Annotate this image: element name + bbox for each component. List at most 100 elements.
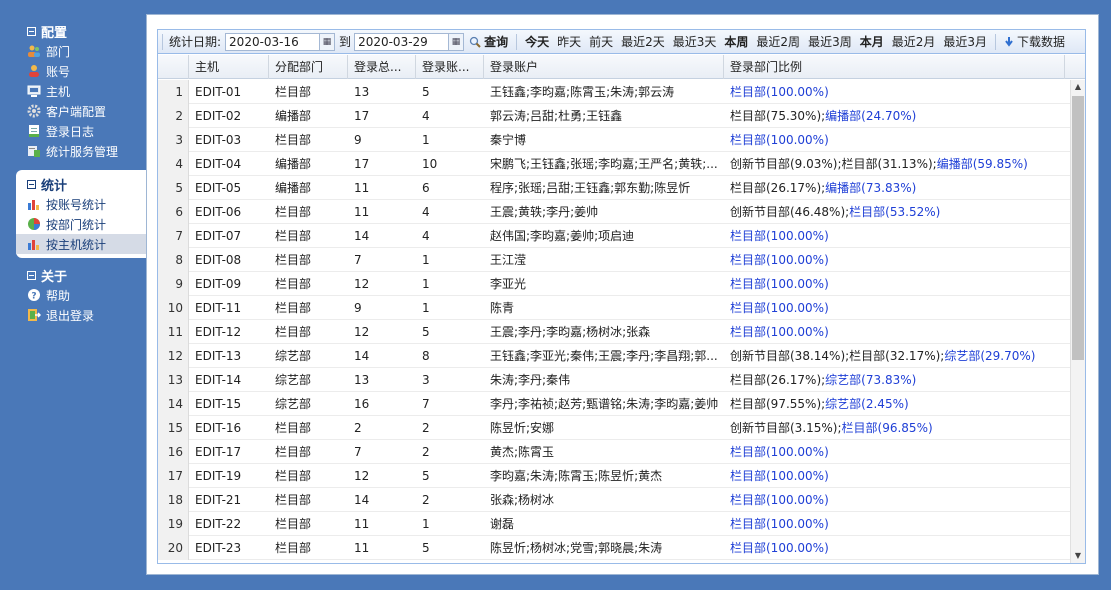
sidebar-item-stat-by-dept[interactable]: 按部门统计 — [16, 214, 150, 234]
cell-login-total: 11 — [354, 181, 370, 195]
quick-last2weeks-button[interactable]: 最近2周 — [756, 33, 800, 50]
cell-users: 李丹;李祐祯;赵芳;甄谱铭;朱涛;李昀嘉;姜帅 — [490, 397, 719, 411]
sidebar-item-stat-service[interactable]: 统计服务管理 — [0, 141, 146, 161]
cell-dept-ratio: 栏目部(100.00%) — [724, 128, 1065, 152]
quick-last3weeks-button[interactable]: 最近3周 — [808, 33, 852, 50]
header-login-total[interactable]: 登录总... — [348, 55, 416, 79]
quick-day-before-button[interactable]: 前天 — [589, 33, 613, 50]
pie-chart-icon — [28, 218, 40, 230]
collapse-icon[interactable] — [27, 179, 36, 189]
sidebar-item-accounts[interactable]: 账号 — [0, 61, 146, 81]
cell-dept: 栏目部 — [275, 541, 312, 555]
ratio-highlight: 栏目部(100.00%) — [730, 517, 829, 531]
table-row[interactable]: 18 EDIT-21 栏目部 14 2 张森;杨树冰 栏目部(100.00%) — [158, 488, 1070, 512]
table-row[interactable]: 11 EDIT-12 栏目部 12 5 王震;李丹;李昀嘉;杨树冰;张森 栏目部(100.0… — [158, 320, 1070, 344]
quick-today-button[interactable]: 今天 — [525, 33, 549, 50]
quick-last2months-button[interactable]: 最近2月 — [892, 33, 936, 50]
row-number: 10 — [158, 296, 189, 320]
cell-host: EDIT-23 — [195, 541, 242, 555]
row-number: 9 — [158, 272, 189, 296]
calendar-icon[interactable]: ▦ — [448, 33, 464, 50]
header-dept[interactable]: 分配部门 — [269, 55, 348, 79]
header-login-accounts[interactable]: 登录账... — [416, 55, 484, 79]
table-row[interactable]: 10 EDIT-11 栏目部 9 1 陈青 栏目部(100.00%) — [158, 296, 1070, 320]
toolbar-grip — [162, 33, 163, 50]
calendar-icon[interactable]: ▦ — [319, 33, 335, 50]
ratio-text: 栏目部(97.55%); — [730, 397, 826, 411]
sidebar-item-departments[interactable]: 部门 — [0, 41, 146, 61]
date-to-field[interactable]: 2020-03-29 ▦ — [354, 32, 465, 51]
table-row[interactable]: 19 EDIT-22 栏目部 11 1 谢磊 栏目部(100.00%) — [158, 512, 1070, 536]
sidebar-item-hosts[interactable]: 主机 — [0, 81, 146, 101]
sidebar-item-label: 账号 — [46, 64, 71, 79]
sidebar-item-login-log[interactable]: 登录日志 — [0, 121, 146, 141]
section-about-title: 关于 — [41, 269, 68, 285]
cell-host: EDIT-03 — [195, 133, 242, 147]
cell-login-accounts: 1 — [422, 517, 430, 531]
cell-login-total: 2 — [354, 421, 362, 435]
collapse-icon[interactable] — [27, 26, 36, 36]
cell-login-total: 7 — [354, 253, 362, 267]
table-row[interactable]: 9 EDIT-09 栏目部 12 1 李亚光 栏目部(100.00%) — [158, 272, 1070, 296]
cell-dept-ratio: 栏目部(75.30%);编播部(24.70%) — [724, 104, 1065, 128]
table-row[interactable]: 5 EDIT-05 编播部 11 6 程序;张瑶;吕甜;王钰鑫;郭东勤;陈昱忻 栏目部(26… — [158, 176, 1070, 200]
table-row[interactable]: 14 EDIT-15 综艺部 16 7 李丹;李祐祯;赵芳;甄谱铭;朱涛;李昀嘉;姜帅 栏目… — [158, 392, 1070, 416]
ratio-highlight: 栏目部(100.00%) — [730, 541, 829, 555]
section-about[interactable]: 关于 — [0, 265, 146, 285]
scroll-thumb[interactable] — [1072, 96, 1084, 360]
table-row[interactable]: 1 EDIT-01 栏目部 13 5 王钰鑫;李昀嘉;陈霄玉;朱涛;郭云涛 栏目部(100.… — [158, 80, 1070, 104]
header-users[interactable]: 登录账户 — [484, 55, 724, 79]
query-button[interactable]: 查询 — [469, 33, 508, 50]
table-row[interactable]: 4 EDIT-04 编播部 17 10 宋鹏飞;王钰鑫;张瑶;李昀嘉;王严名;黄轶;...… — [158, 152, 1070, 176]
table-row[interactable]: 7 EDIT-07 栏目部 14 4 赵伟国;李昀嘉;姜帅;项启迪 栏目部(100.00%) — [158, 224, 1070, 248]
cell-login-total: 14 — [354, 349, 370, 363]
ratio-highlight: 编播部(73.83%) — [825, 181, 917, 195]
sidebar-item-help[interactable]: ? 帮助 — [0, 285, 146, 305]
cell-login-accounts: 5 — [422, 85, 430, 99]
vertical-scrollbar[interactable]: ▲ ▼ — [1070, 80, 1085, 563]
sidebar-item-stat-by-account[interactable]: 按账号统计 — [16, 194, 150, 214]
row-number: 2 — [158, 104, 189, 128]
header-dept-ratio[interactable]: 登录部门比例 — [724, 55, 1065, 79]
table-row[interactable]: 6 EDIT-06 栏目部 11 4 王震;黄轶;李丹;姜帅 创新节目部(46.48%);栏… — [158, 200, 1070, 224]
table-row[interactable]: 20 EDIT-23 栏目部 11 5 陈昱忻;杨树冰;党雪;郭晓晨;朱涛 栏目部(100.… — [158, 536, 1070, 560]
sidebar-item-client-config[interactable]: 客户端配置 — [0, 101, 146, 121]
section-config[interactable]: 配置 — [0, 21, 146, 41]
collapse-icon[interactable] — [27, 270, 36, 280]
table-row[interactable]: 12 EDIT-13 综艺部 14 8 王钰鑫;李亚光;秦伟;王震;李丹;李昌翔;郭...… — [158, 344, 1070, 368]
cell-users: 程序;张瑶;吕甜;王钰鑫;郭东勤;陈昱忻 — [490, 181, 691, 195]
quick-last3days-button[interactable]: 最近3天 — [673, 33, 717, 50]
bar-chart-icon — [28, 200, 39, 210]
quick-this-week-button[interactable]: 本周 — [724, 33, 748, 50]
cell-host: EDIT-07 — [195, 229, 242, 243]
ratio-text: 栏目部(26.17%); — [730, 373, 826, 387]
header-host[interactable]: 主机 — [189, 55, 269, 79]
table-row[interactable]: 15 EDIT-16 栏目部 2 2 陈昱忻;安娜 创新节目部(3.15%);栏目部(96.… — [158, 416, 1070, 440]
cell-users: 赵伟国;李昀嘉;姜帅;项启迪 — [490, 229, 635, 243]
table-row[interactable]: 13 EDIT-14 综艺部 13 3 朱涛;李丹;秦伟 栏目部(26.17%);综艺部(7… — [158, 368, 1070, 392]
table-row[interactable]: 8 EDIT-08 栏目部 7 1 王江滢 栏目部(100.00%) — [158, 248, 1070, 272]
cell-dept: 栏目部 — [275, 445, 312, 459]
table-row[interactable]: 17 EDIT-19 栏目部 12 5 李昀嘉;朱涛;陈霄玉;陈昱忻;黄杰 栏目部(100.… — [158, 464, 1070, 488]
date-from-field[interactable]: 2020-03-16 ▦ — [225, 32, 336, 51]
quick-yesterday-button[interactable]: 昨天 — [557, 33, 581, 50]
download-button[interactable]: 下载数据 — [1004, 33, 1065, 50]
scroll-up-icon[interactable]: ▲ — [1071, 80, 1085, 94]
sidebar-item-logout[interactable]: 退出登录 — [0, 305, 146, 325]
ratio-text: 创新节目部(9.03%);栏目部(31.13%); — [730, 157, 937, 171]
search-icon — [469, 36, 481, 48]
table-row[interactable]: 2 EDIT-02 编播部 17 4 郭云涛;吕甜;杜勇;王钰鑫 栏目部(75.30%);编… — [158, 104, 1070, 128]
cell-host: EDIT-22 — [195, 517, 242, 531]
cell-users: 陈昱忻;安娜 — [490, 421, 555, 435]
quick-last2days-button[interactable]: 最近2天 — [621, 33, 665, 50]
cell-login-accounts: 3 — [422, 373, 430, 387]
table-row[interactable]: 3 EDIT-03 栏目部 9 1 秦宁博 栏目部(100.00%) — [158, 128, 1070, 152]
cell-users: 王钰鑫;李亚光;秦伟;王震;李丹;李昌翔;郭... — [490, 349, 718, 363]
sidebar-item-stat-by-host[interactable]: 按主机统计 — [16, 234, 150, 254]
section-stats[interactable]: 统计 — [16, 174, 150, 194]
quick-last3months-button[interactable]: 最近3月 — [943, 33, 987, 50]
quick-this-month-button[interactable]: 本月 — [860, 33, 884, 50]
table-row[interactable]: 16 EDIT-17 栏目部 7 2 黄杰;陈霄玉 栏目部(100.00%) — [158, 440, 1070, 464]
scroll-down-icon[interactable]: ▼ — [1071, 549, 1085, 563]
cell-dept-ratio: 栏目部(100.00%) — [724, 80, 1065, 104]
